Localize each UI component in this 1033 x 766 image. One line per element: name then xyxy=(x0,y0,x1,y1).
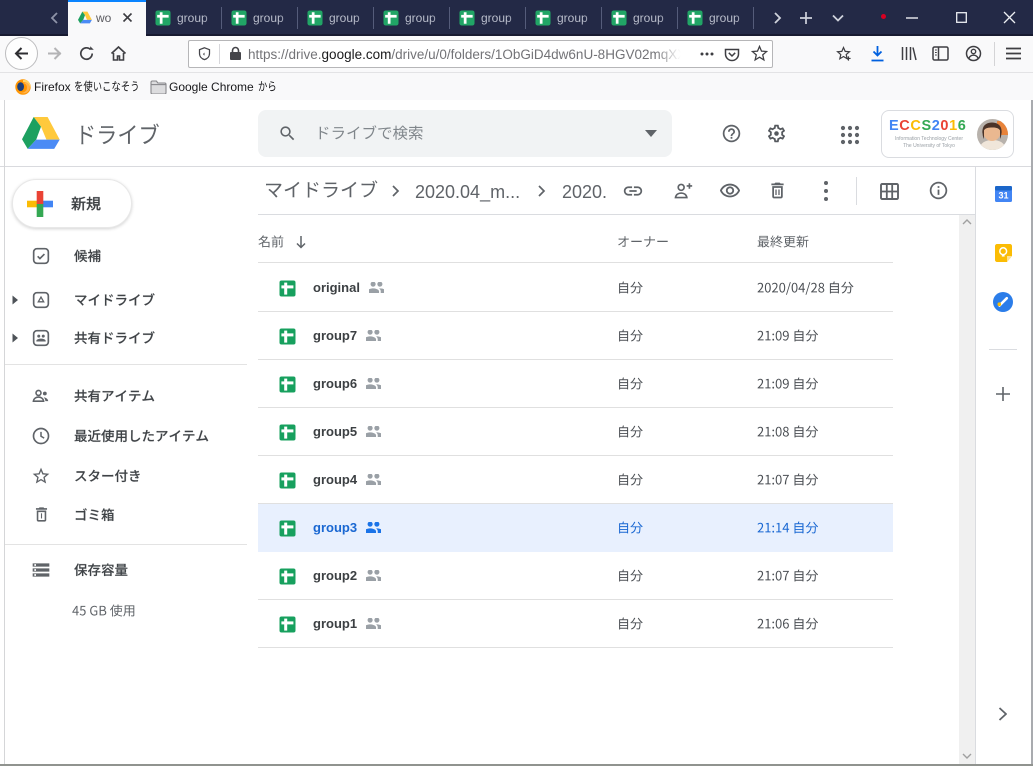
svg-text:31: 31 xyxy=(998,191,1008,201)
